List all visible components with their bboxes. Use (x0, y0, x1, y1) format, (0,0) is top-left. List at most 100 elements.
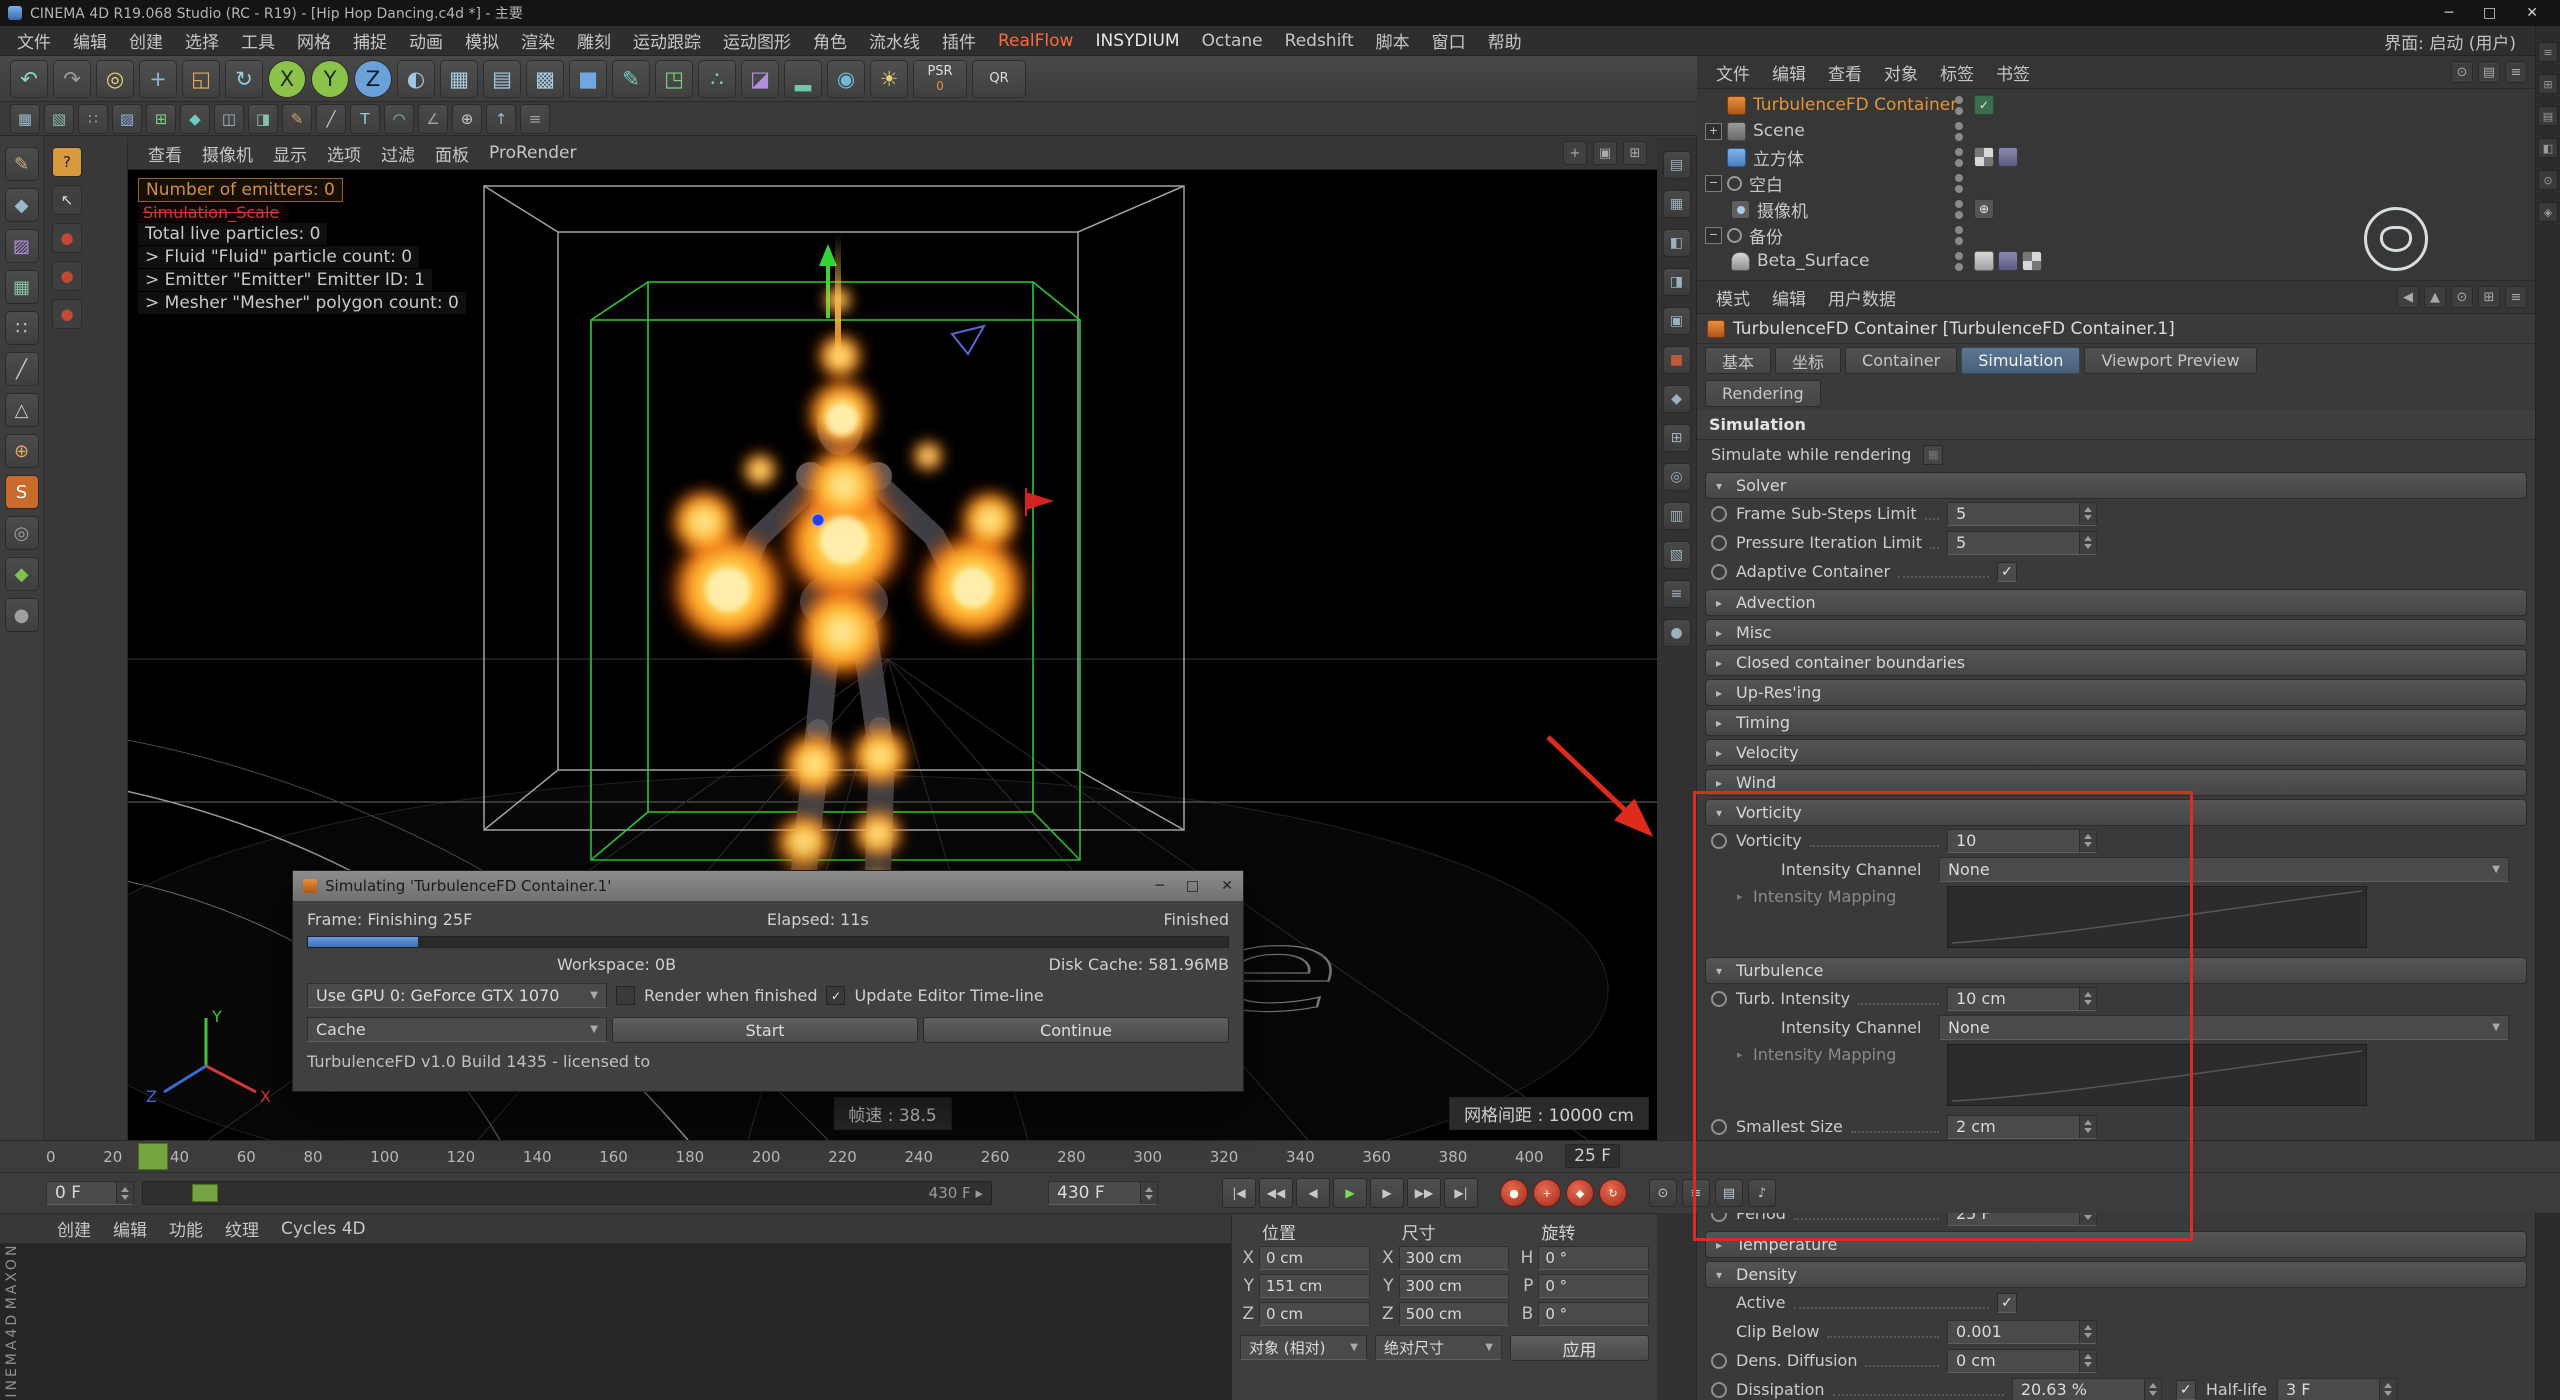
expand-arrow-icon[interactable]: ▸ (1737, 890, 1743, 903)
solo-mode-icon[interactable]: ◎ (4, 516, 39, 550)
menu-item[interactable]: 选择 (174, 28, 230, 53)
goto-end-button[interactable]: ▶| (1444, 1178, 1478, 1208)
phong-tag-icon[interactable] (1998, 147, 2018, 167)
redo-icon[interactable]: ↷ (53, 59, 91, 98)
size-y-field[interactable]: 300 cm (1398, 1274, 1510, 1298)
expand-icon[interactable]: + (1705, 122, 1722, 140)
layout-edit-icon[interactable]: ▦ (10, 103, 40, 134)
dock-tab-icon[interactable]: ▦ (1662, 190, 1691, 218)
side-tab-icon[interactable]: ⊞ (2538, 74, 2558, 94)
optimize-icon[interactable]: ≡ (520, 103, 550, 134)
dock-tab-icon[interactable]: ≡ (1662, 580, 1691, 608)
size-z-field[interactable]: 500 cm (1398, 1302, 1510, 1326)
visibility-dots[interactable] (1955, 199, 1963, 219)
material-list-area[interactable] (0, 1244, 1231, 1400)
weld-icon[interactable]: ◨ (248, 103, 278, 134)
lock-icon[interactable]: ≡ (2505, 286, 2527, 308)
update-timeline-checkbox[interactable]: ✓ (826, 986, 846, 1005)
continue-button[interactable]: Continue (923, 1017, 1229, 1043)
quad-view-icon[interactable]: ⊞ (1623, 141, 1647, 165)
viewport-menu-item[interactable]: 查看 (138, 141, 192, 166)
frame-substeps-field[interactable]: 5 (1947, 501, 2097, 526)
cache-state-tag-icon[interactable]: ✓ (1974, 95, 1994, 115)
dock-tab-icon[interactable]: ● (1662, 619, 1691, 647)
rotation-b-field[interactable]: 0 ° (1538, 1302, 1649, 1326)
render-picture-viewer-icon[interactable]: ▤ (483, 59, 521, 98)
tab-viewport-preview[interactable]: Viewport Preview (2084, 347, 2257, 374)
dialog-title-bar[interactable]: Simulating 'TurbulenceFD Container.1' ─ … (293, 871, 1243, 901)
history-up-icon[interactable]: ▲ (2424, 286, 2446, 308)
pin-icon[interactable]: + (1563, 141, 1587, 165)
search-icon[interactable]: ⊙ (2451, 61, 2473, 83)
keyframe-circle[interactable] (1711, 990, 1727, 1007)
size-x-field[interactable]: 300 cm (1398, 1246, 1510, 1270)
menu-item[interactable]: RealFlow (987, 31, 1084, 51)
spinner[interactable] (2079, 1349, 2096, 1372)
position-y-field[interactable]: 151 cm (1259, 1274, 1370, 1298)
section-bar-collapsed[interactable]: ▸ Misc (1705, 619, 2527, 646)
dock-tab-icon[interactable]: ▧ (1662, 541, 1691, 569)
smallest-size-field[interactable]: 2 cm (1947, 1114, 2097, 1139)
am-menu-item[interactable]: 模式 (1705, 285, 1761, 310)
object-row[interactable]: − 空白 (1697, 170, 2535, 196)
search-icon[interactable]: ⊙ (2451, 286, 2473, 308)
marker-icon[interactable]: ▤ (1715, 1179, 1743, 1207)
sphere-brush-icon[interactable]: ● (52, 223, 82, 253)
keyframe-selection-icon[interactable]: ⊙ (1649, 1179, 1677, 1207)
section-bar-collapsed[interactable]: ▸ Velocity (1705, 739, 2527, 766)
om-menu-item[interactable]: 文件 (1705, 60, 1761, 85)
scale-icon[interactable]: ◱ (182, 59, 220, 98)
adaptive-container-checkbox[interactable]: ✓ (1997, 561, 2017, 582)
timeline-ruler[interactable]: 0 20 40 60 80 100 120 140 160 180 200 220 240 260 280 3… (0, 1140, 2560, 1172)
object-row[interactable]: + TurbulenceFD Container. ✓ (1697, 92, 2535, 118)
side-tab-icon[interactable]: ◈ (2538, 202, 2558, 222)
record-rotation-icon[interactable]: ↻ (1599, 1179, 1627, 1207)
interface-layout-status[interactable]: 界面: 启动 (用户) (2384, 29, 2560, 54)
cursor-tool-icon[interactable]: ↖ (52, 185, 82, 215)
tab-coordinates[interactable]: 坐标 (1775, 347, 1842, 374)
knife-icon[interactable]: ╱ (316, 103, 346, 134)
keyframe-circle[interactable] (1711, 505, 1727, 522)
single-view-icon[interactable]: ▣ (1593, 141, 1617, 165)
dock-tab-icon[interactable]: ▣ (1662, 307, 1691, 335)
render-view-icon[interactable]: ▦ (440, 59, 478, 98)
section-bar-collapsed[interactable]: ▸ Wind (1705, 769, 2527, 796)
render-when-finished-checkbox[interactable] (616, 986, 635, 1005)
camera-icon[interactable]: ◉ (827, 59, 865, 98)
om-menu-item[interactable]: 书签 (1985, 60, 2041, 85)
pressure-iteration-field[interactable]: 5 (1947, 530, 2097, 555)
object-row[interactable]: + Scene (1697, 118, 2535, 144)
frame-end-field[interactable]: 430 F (1048, 1181, 1158, 1205)
material-menu-item[interactable]: 功能 (158, 1216, 214, 1241)
minimize-icon[interactable]: ─ (2445, 5, 2453, 21)
dock-tab-icon[interactable]: ◎ (1662, 463, 1691, 491)
coordinate-system-icon[interactable]: ◐ (397, 59, 435, 98)
edge-mode-icon[interactable]: ╱ (4, 352, 39, 386)
cache-dropdown[interactable]: Cache ▼ (307, 1017, 607, 1042)
material-menu-item[interactable]: Cycles 4D (270, 1219, 377, 1239)
dissipation-field[interactable]: 20.63 % (2011, 1377, 2162, 1400)
axis-mode-icon[interactable]: ⊕ (4, 434, 39, 468)
gpu-dropdown[interactable]: Use GPU 0: GeForce GTX 1070 ▼ (307, 983, 607, 1008)
spinner[interactable] (2379, 1378, 2396, 1400)
viewport-menu-item[interactable]: ProRender (479, 143, 587, 163)
menu-item[interactable]: 捕捉 (342, 28, 398, 53)
record-scale-icon[interactable]: ◆ (1566, 1179, 1594, 1207)
maximize-icon[interactable]: □ (2483, 5, 2496, 21)
collapse-icon[interactable]: − (1705, 226, 1722, 244)
prev-frame-button[interactable]: ◀ (1296, 1178, 1330, 1208)
record-position-icon[interactable]: + (1533, 1179, 1561, 1207)
intensity-channel-dropdown[interactable]: None ▼ (1939, 1015, 2509, 1040)
side-tab-icon[interactable]: ▤ (2538, 106, 2558, 126)
current-frame-marker[interactable] (137, 1143, 168, 1170)
visibility-dots[interactable] (1955, 95, 1963, 115)
menu-item[interactable]: Redshift (1274, 31, 1365, 51)
axis-center-icon[interactable]: ⊕ (452, 103, 482, 134)
menu-item[interactable]: 帮助 (1477, 28, 1533, 53)
keyframe-circle[interactable] (1711, 1352, 1727, 1369)
goto-start-button[interactable]: |◀ (1222, 1178, 1256, 1208)
density-active-checkbox[interactable]: ✓ (1997, 1292, 2017, 1313)
close-icon[interactable]: ✕ (2526, 5, 2538, 21)
viewport-menu-item[interactable]: 显示 (263, 141, 317, 166)
deformer-icon[interactable]: ◪ (741, 59, 779, 98)
